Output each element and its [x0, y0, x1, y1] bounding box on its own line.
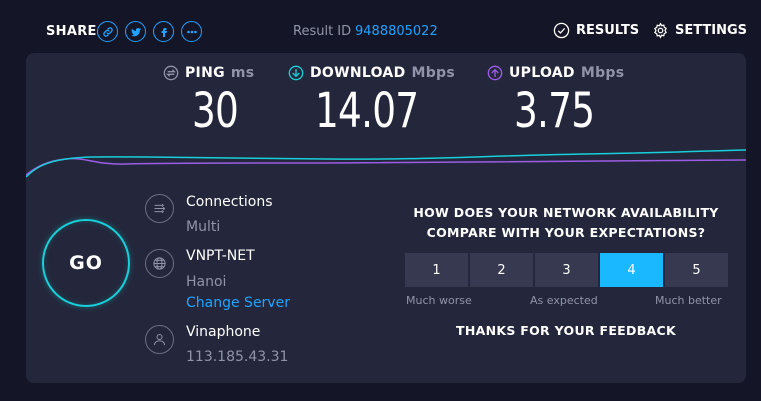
upload-graph-line — [26, 157, 746, 176]
settings-label: SETTINGS — [675, 23, 748, 38]
upload-icon — [487, 65, 503, 81]
connections-value[interactable]: Multi — [186, 219, 220, 235]
ping-metric: PING ms — [163, 65, 254, 81]
rating-option-1[interactable]: 1 — [405, 253, 468, 287]
result-id-label: Result ID — [293, 24, 352, 39]
download-unit: Mbps — [411, 65, 456, 81]
survey-question: HOW DOES YOUR NETWORK AVAILABILITY COMPA… — [413, 205, 719, 240]
globe-icon — [145, 249, 174, 278]
rating-label-mid: As expected — [530, 294, 598, 307]
ping-unit: ms — [230, 65, 255, 81]
results-label: RESULTS — [576, 23, 640, 38]
upload-label: UPLOAD — [509, 65, 575, 81]
share-label: SHARE — [46, 24, 97, 39]
facebook-icon[interactable] — [153, 21, 174, 42]
more-icon[interactable] — [181, 21, 202, 42]
feedback-thanks: THANKS FOR YOUR FEEDBACK — [456, 323, 676, 338]
download-value: 14.07 — [315, 83, 419, 139]
ping-icon — [163, 65, 179, 81]
go-label: GO — [69, 252, 103, 274]
result-id-link[interactable]: 9488805022 — [355, 24, 438, 39]
isp-name: VNPT-NET — [186, 248, 255, 264]
upload-unit: Mbps — [580, 65, 625, 81]
check-circle-icon — [553, 22, 570, 39]
change-server-link[interactable]: Change Server — [186, 295, 290, 311]
rating-scale: 1 2 3 4 5 — [405, 253, 728, 287]
settings-button[interactable]: SETTINGS — [652, 22, 747, 39]
connections-title: Connections — [186, 194, 273, 210]
ping-label: PING — [185, 65, 225, 81]
rating-label-high: Much better — [655, 294, 722, 307]
rating-option-4[interactable]: 4 — [600, 253, 663, 287]
download-label: DOWNLOAD — [310, 65, 406, 81]
speed-graph — [26, 149, 746, 178]
results-panel: PING ms 30 DOWNLOAD Mbps 14.07 UPLOAD Mb… — [26, 53, 746, 383]
go-button[interactable]: GO — [42, 219, 130, 307]
twitter-icon[interactable] — [125, 21, 146, 42]
download-icon — [288, 65, 304, 81]
upload-metric: UPLOAD Mbps — [487, 65, 624, 81]
ping-value: 30 — [192, 83, 239, 139]
upload-value: 3.75 — [514, 83, 595, 139]
link-icon[interactable] — [97, 21, 118, 42]
rating-label-low: Much worse — [406, 294, 472, 307]
user-icon — [145, 325, 174, 354]
connections-icon — [145, 194, 174, 223]
provider-name: Vinaphone — [186, 324, 261, 340]
results-button[interactable]: RESULTS — [553, 22, 639, 39]
ip-address: 113.185.43.31 — [186, 349, 289, 365]
download-metric: DOWNLOAD Mbps — [288, 65, 455, 81]
top-bar: SHARE Result ID 9488805022 RESULTS SETTI… — [0, 0, 761, 52]
server-location: Hanoi — [186, 274, 227, 290]
rating-option-2[interactable]: 2 — [470, 253, 533, 287]
rating-option-3[interactable]: 3 — [535, 253, 598, 287]
rating-option-5[interactable]: 5 — [665, 253, 728, 287]
gear-icon — [654, 22, 667, 39]
